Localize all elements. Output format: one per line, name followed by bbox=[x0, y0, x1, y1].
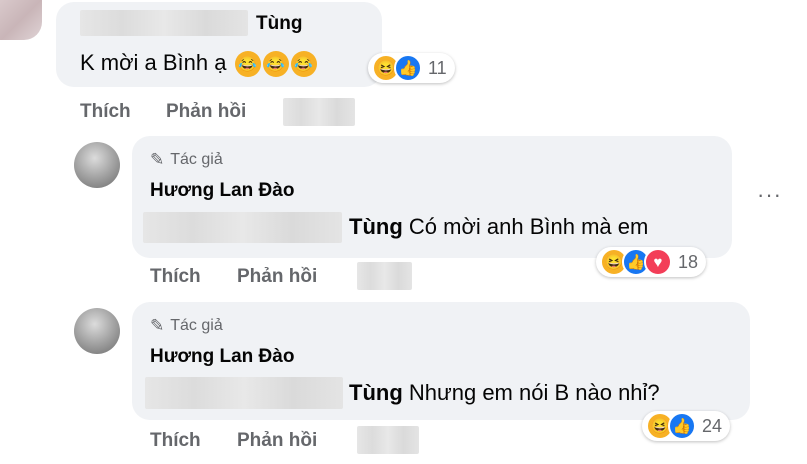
like-button[interactable]: Thích bbox=[150, 266, 201, 288]
laughing-emoji-icon: 😂 bbox=[262, 51, 289, 78]
mention-blurred bbox=[143, 212, 342, 243]
author-name-blurred bbox=[80, 10, 248, 36]
reply-button[interactable]: Phản hồi bbox=[237, 266, 317, 288]
author-badge-label: Tác giả bbox=[170, 317, 223, 334]
reply-button[interactable]: Phản hồi bbox=[166, 101, 246, 123]
laughing-emoji-icon: 😂 bbox=[290, 51, 317, 78]
author-badge: ✎ Tác giả bbox=[150, 316, 223, 336]
comment-text-content: K mời a Bình ạ bbox=[80, 50, 227, 75]
mention-name[interactable]: Tùng bbox=[349, 214, 403, 239]
pencil-icon: ✎ bbox=[150, 316, 165, 335]
laughing-emoji-icon: 😂 bbox=[234, 51, 261, 78]
author-badge-label: Tác giả bbox=[170, 151, 223, 168]
reply-text-content: Nhưng em nói B nào nhỉ? bbox=[408, 380, 660, 405]
more-options-icon[interactable]: ··· bbox=[757, 182, 782, 208]
reply-button[interactable]: Phản hồi bbox=[237, 430, 317, 452]
mention-name[interactable]: Tùng bbox=[349, 380, 403, 405]
reaction-count: 11 bbox=[428, 57, 447, 78]
reaction-count: 18 bbox=[678, 251, 699, 272]
reply-text-content: Có mời anh Bình mà em bbox=[408, 214, 649, 239]
timestamp-blurred bbox=[357, 262, 412, 290]
like-reaction-icon: 👍 bbox=[668, 412, 696, 440]
mention-blurred bbox=[145, 377, 343, 409]
reply-text: Tùng Nhưng em nói B nào nhỉ? bbox=[349, 380, 660, 406]
commenter-avatar-blurred[interactable] bbox=[0, 0, 42, 40]
author-avatar[interactable] bbox=[74, 142, 120, 188]
like-button[interactable]: Thích bbox=[150, 430, 201, 452]
timestamp-blurred bbox=[283, 98, 355, 126]
reaction-summary[interactable]: 😆 👍 ♥ 18 bbox=[596, 247, 707, 277]
like-reaction-icon: 👍 bbox=[394, 54, 422, 82]
reply-text: Tùng Có mời anh Bình mà em bbox=[349, 214, 648, 240]
timestamp-blurred bbox=[357, 426, 419, 454]
reaction-summary[interactable]: 😆 👍 24 bbox=[642, 411, 731, 441]
comment-author-name[interactable]: Tùng bbox=[256, 13, 302, 35]
pencil-icon: ✎ bbox=[150, 150, 165, 169]
love-reaction-icon: ♥ bbox=[644, 248, 672, 276]
author-avatar[interactable] bbox=[74, 308, 120, 354]
author-badge: ✎ Tác giả bbox=[150, 150, 223, 170]
comment-text: K mời a Bình ạ 😂 😂 😂 bbox=[80, 50, 317, 78]
reaction-count: 24 bbox=[702, 415, 723, 436]
reaction-summary[interactable]: 😆 👍 11 bbox=[368, 53, 455, 83]
reply-author-name[interactable]: Hương Lan Đào bbox=[150, 346, 294, 368]
like-button[interactable]: Thích bbox=[80, 101, 131, 123]
reply-author-name[interactable]: Hương Lan Đào bbox=[150, 180, 294, 202]
